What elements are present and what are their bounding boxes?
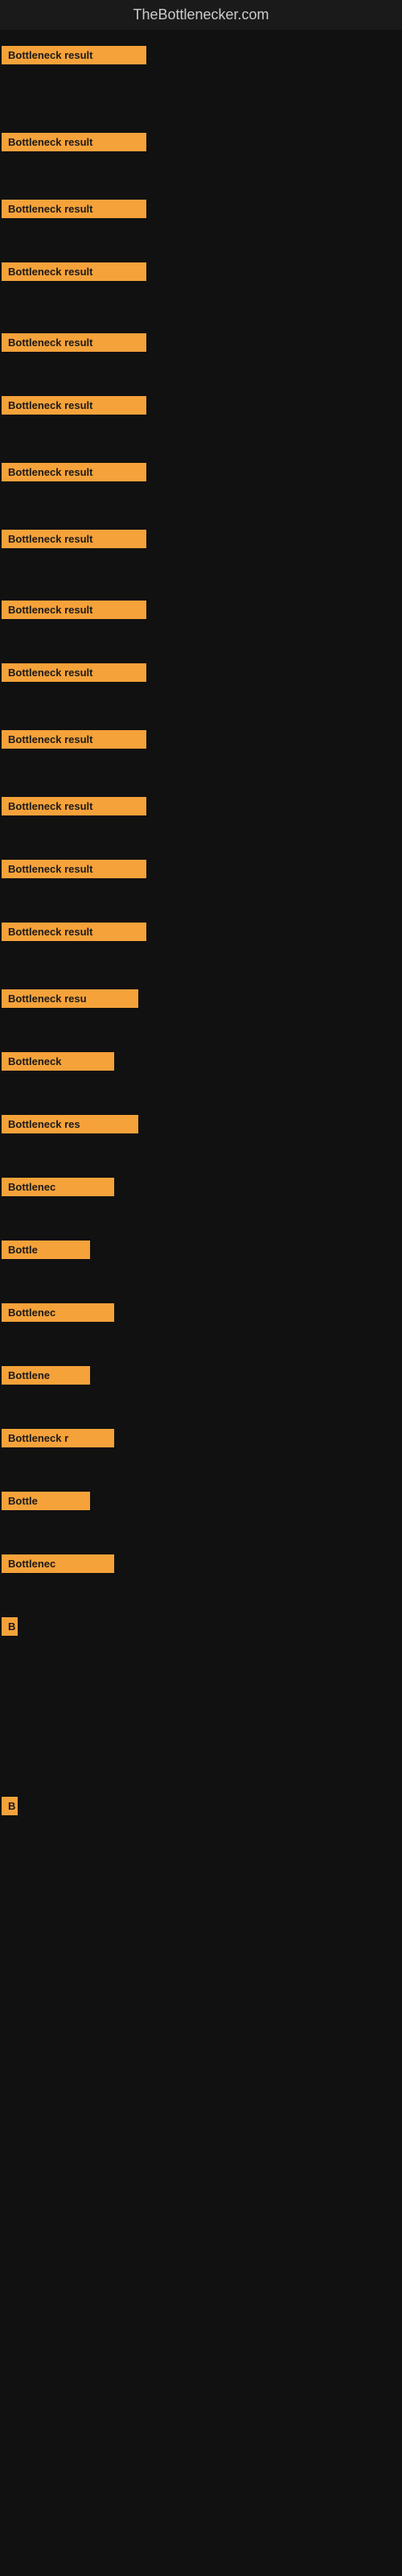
list-item: Bottleneck result (0, 860, 402, 878)
list-item: Bottlenec (0, 1303, 402, 1322)
bottleneck-label[interactable]: Bottlenec (2, 1554, 114, 1573)
bottleneck-label[interactable]: Bottleneck result (2, 730, 146, 749)
list-item: B (0, 1797, 402, 1815)
list-item: Bottleneck result (0, 663, 402, 682)
list-item: Bottleneck resu (0, 989, 402, 1008)
bottleneck-label[interactable]: Bottleneck res (2, 1115, 138, 1133)
bottleneck-label[interactable]: Bottle (2, 1492, 90, 1510)
list-item: Bottleneck result (0, 923, 402, 941)
bottleneck-label[interactable]: Bottleneck result (2, 663, 146, 682)
list-item: Bottleneck result (0, 133, 402, 151)
items-container: Bottleneck result Bottleneck result Bottle… (0, 30, 402, 1984)
list-item: Bottleneck r (0, 1429, 402, 1447)
bottleneck-label[interactable]: Bottleneck result (2, 797, 146, 815)
bottleneck-label[interactable]: Bottleneck result (2, 333, 146, 352)
list-item: Bottleneck res (0, 1115, 402, 1133)
list-item: Bottlenec (0, 1178, 402, 1196)
list-item: Bottle (0, 1492, 402, 1510)
list-item: Bottleneck result (0, 200, 402, 218)
list-item: Bottleneck result (0, 262, 402, 281)
bottleneck-label[interactable]: Bottlenec (2, 1178, 114, 1196)
list-item: Bottleneck result (0, 396, 402, 415)
bottleneck-label[interactable]: Bottleneck result (2, 463, 146, 481)
bottleneck-label[interactable]: Bottleneck result (2, 601, 146, 619)
list-item: Bottleneck result (0, 463, 402, 481)
list-item: Bottleneck result (0, 530, 402, 548)
list-item: Bottle (0, 1241, 402, 1259)
site-title: TheBottlenecker.com (0, 0, 402, 30)
list-item: Bottlene (0, 1366, 402, 1385)
list-item: Bottleneck result (0, 46, 402, 64)
bottleneck-label[interactable]: Bottleneck result (2, 923, 146, 941)
list-item: B (0, 1617, 402, 1636)
list-item: Bottleneck result (0, 601, 402, 619)
bottleneck-label[interactable]: Bottleneck result (2, 200, 146, 218)
bottleneck-label[interactable]: Bottlene (2, 1366, 90, 1385)
bottleneck-label[interactable]: B (2, 1617, 18, 1636)
bottleneck-label[interactable]: Bottleneck (2, 1052, 114, 1071)
bottleneck-label[interactable]: Bottleneck result (2, 860, 146, 878)
bottleneck-label[interactable]: Bottleneck result (2, 262, 146, 281)
bottleneck-label[interactable]: Bottleneck result (2, 396, 146, 415)
list-item: Bottlenec (0, 1554, 402, 1573)
bottleneck-label[interactable]: Bottleneck resu (2, 989, 138, 1008)
list-item: Bottleneck result (0, 797, 402, 815)
bottleneck-label[interactable]: Bottleneck result (2, 530, 146, 548)
bottleneck-label[interactable]: Bottleneck r (2, 1429, 114, 1447)
list-item: Bottleneck result (0, 333, 402, 352)
bottleneck-label[interactable]: Bottleneck result (2, 133, 146, 151)
site-header: TheBottlenecker.com (0, 0, 402, 30)
bottleneck-label[interactable]: Bottlenec (2, 1303, 114, 1322)
list-item: Bottleneck (0, 1052, 402, 1071)
bottleneck-label[interactable]: B (2, 1797, 18, 1815)
list-item: Bottleneck result (0, 730, 402, 749)
bottleneck-label[interactable]: Bottleneck result (2, 46, 146, 64)
bottleneck-label[interactable]: Bottle (2, 1241, 90, 1259)
